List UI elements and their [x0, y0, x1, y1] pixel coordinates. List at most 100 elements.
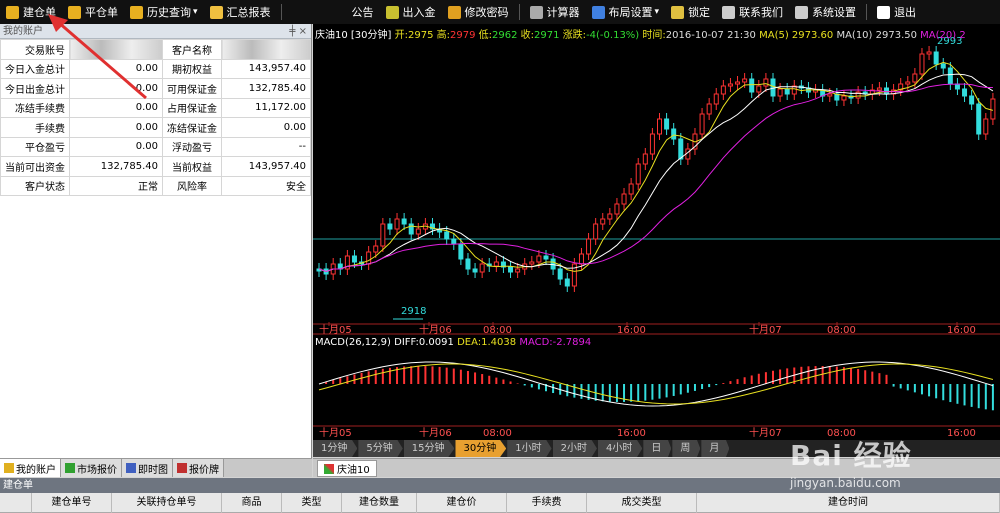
toolbar-key-button[interactable]: 修改密码	[442, 0, 515, 24]
candle	[387, 223, 393, 230]
toolbar-label: 联系我们	[739, 6, 784, 19]
period-tab[interactable]: 2小时	[552, 440, 597, 457]
period-tab[interactable]: 周	[672, 440, 701, 457]
toolbar-notice-button[interactable]: 公告	[346, 0, 380, 24]
candle	[600, 218, 606, 225]
gear-icon	[795, 5, 809, 19]
account-row: 交易账号 客户名称	[0, 39, 311, 60]
close-label: 收:	[520, 30, 535, 41]
candle	[586, 238, 592, 255]
candle	[529, 261, 535, 265]
left-tab-quote[interactable]: 市场报价	[61, 459, 122, 477]
ma20-value: MA(20) 2	[920, 30, 966, 41]
candle	[557, 268, 563, 280]
time-label: 16:00	[947, 428, 976, 439]
toolbar-label: 计算器	[546, 6, 580, 19]
panel-pin-icons[interactable]: ᅟ ╪ ×	[277, 24, 307, 39]
toolbar-power-button[interactable]: 退出	[871, 0, 922, 24]
chart-tab-label: 庆油10	[337, 465, 370, 476]
account-value: 143,957.40	[221, 58, 311, 79]
period-tab[interactable]: 30分钟	[455, 440, 507, 457]
candle	[578, 253, 584, 265]
toolbar-layout-button[interactable]: 布局设置 ▾	[586, 0, 666, 24]
account-label: 客户状态	[0, 175, 70, 196]
toolbar-gear-button[interactable]: 系统设置	[789, 0, 862, 24]
ma10-value: MA(10) 2973.50	[836, 30, 917, 41]
candle	[394, 218, 400, 230]
left-tab-wallet[interactable]: 我的账户	[0, 459, 61, 477]
column-header[interactable]: 手续费	[507, 493, 587, 513]
period-tab[interactable]: 月	[701, 440, 730, 457]
left-tab-bar: 我的账户 市场报价 即时图 报价牌	[0, 458, 312, 477]
chart-tab-qingyou10[interactable]: 庆油10	[317, 460, 377, 477]
toolbar-cart-button[interactable]: 平仓单	[62, 0, 124, 24]
toolbar-lock-button[interactable]: 锁定	[665, 0, 716, 24]
period-tab[interactable]: 4小时	[597, 440, 643, 457]
time-label: 十月07	[749, 323, 782, 336]
column-header[interactable]: 关联持仓单号	[112, 493, 222, 513]
column-header[interactable]: 建仓数量	[342, 493, 417, 513]
period-tab[interactable]: 1分钟	[313, 440, 358, 457]
toolbar-report-button[interactable]: 汇总报表	[204, 0, 277, 24]
column-header[interactable]: 成交类型	[587, 493, 697, 513]
macd-diff: DIFF:0.0091	[394, 337, 454, 348]
realtime-icon	[126, 463, 136, 473]
period-tab[interactable]: 5分钟	[358, 440, 403, 457]
account-value: 0.00	[69, 58, 163, 79]
left-tab-realtime[interactable]: 即时图	[122, 459, 173, 477]
chart-canvas[interactable]: 29182993十月05十月05十月06十月0608:0008:0016:001…	[313, 24, 1000, 440]
time-label: 16:00	[947, 325, 976, 336]
period-tab[interactable]: 1小时	[507, 440, 552, 457]
candle	[699, 113, 705, 135]
period-tab[interactable]: 日	[643, 440, 672, 457]
candle	[465, 258, 471, 270]
toolbar-label: 锁定	[688, 6, 711, 19]
candle	[678, 138, 684, 160]
change-value: -4(-0.13%)	[586, 30, 640, 41]
column-header[interactable]: 类型	[282, 493, 342, 513]
left-tab-board[interactable]: 报价牌	[173, 459, 224, 477]
time-value: 2016-10-07 21:30	[665, 30, 756, 41]
high-label: 高:	[436, 30, 451, 41]
toolbar-label: 系统设置	[812, 6, 857, 19]
column-header[interactable]: 建仓价	[417, 493, 507, 513]
grid-row-selector	[0, 493, 32, 513]
open-label: 开:	[394, 30, 408, 41]
candle	[671, 128, 677, 140]
toolbar-label: 退出	[894, 6, 917, 19]
candle	[451, 238, 457, 245]
box-icon	[6, 5, 19, 19]
left-tab-label: 市场报价	[77, 464, 117, 476]
candle	[635, 163, 641, 185]
candle	[720, 85, 726, 95]
column-header[interactable]: 建仓单号	[32, 493, 112, 513]
chart-tab-bar: 庆油10	[313, 458, 1000, 477]
open-value: 2975	[408, 30, 434, 41]
time-label: 16:00	[617, 325, 646, 336]
candle	[713, 93, 719, 105]
money-icon	[385, 5, 399, 19]
candle	[777, 88, 783, 97]
kline-chart[interactable]: 2918 2993 十月05 十月05 十月06 十月06 08:00 08:00 16:00 1…	[313, 24, 1000, 440]
toolbar-bar-chart-button[interactable]: 历史查询 ▾	[124, 0, 204, 24]
candle	[415, 228, 421, 235]
column-header[interactable]: 商品	[222, 493, 282, 513]
low-marker: 2918	[401, 306, 426, 317]
account-label: 今日出金总计	[0, 78, 70, 99]
change-label: 涨跌:	[562, 30, 587, 41]
column-header[interactable]: 建仓时间	[697, 493, 1000, 513]
toolbar-money-button[interactable]: 出入金	[380, 0, 442, 24]
account-value	[69, 39, 163, 60]
power-icon	[877, 5, 891, 19]
toolbar-phone-button[interactable]: 联系我们	[716, 0, 789, 24]
account-label: 期初权益	[162, 58, 222, 79]
toolbar-calculator-button[interactable]: 计算器	[524, 0, 586, 24]
candle	[919, 53, 925, 75]
toolbar-box-button[interactable]: 建仓单	[0, 0, 62, 24]
period-tab[interactable]: 15分钟	[403, 440, 455, 457]
candle	[657, 118, 662, 135]
board-icon	[177, 463, 187, 473]
left-tab-label: 报价牌	[189, 464, 219, 476]
phone-icon	[722, 5, 736, 19]
trading-app: 建仓单 平仓单 历史查询 ▾ 汇总报表 公告 出入金 修改密码 计算器 布局设置 ▾ 锁定 联系我们 系统…	[0, 0, 1000, 513]
